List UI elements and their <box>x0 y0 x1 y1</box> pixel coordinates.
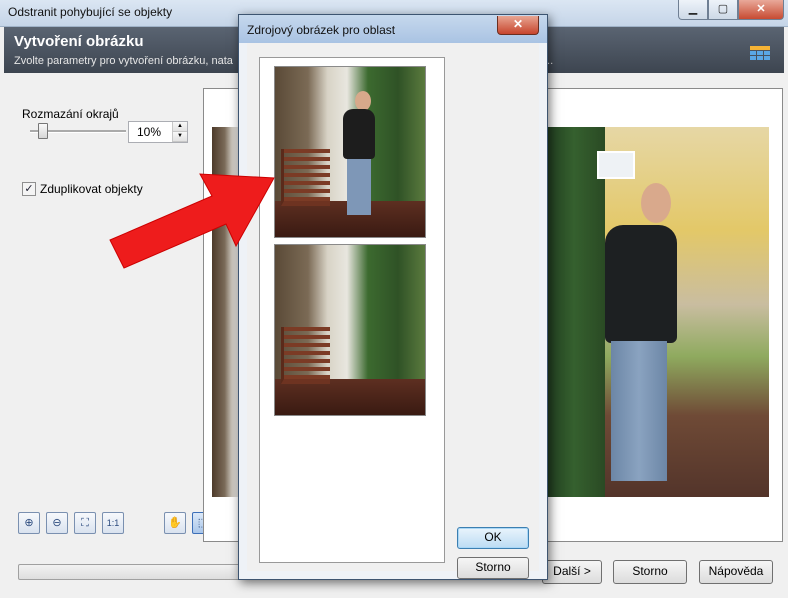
page-subtitle: Zvolte parametry pro vytvoření obrázku, … <box>14 55 553 67</box>
blur-spin-arrows: ▲ ▼ <box>172 122 187 142</box>
person-body <box>605 225 677 343</box>
preview-photo[interactable] <box>543 127 769 497</box>
person-head <box>641 183 671 223</box>
duplicate-objects-checkbox[interactable]: ✓ <box>22 182 36 196</box>
main-window-title: Odstranit pohybující se objekty <box>8 5 173 19</box>
dialog-cancel-button[interactable]: Storno <box>457 557 529 579</box>
deck-chair <box>281 149 330 206</box>
blur-label: Rozmazání okrajů <box>22 107 119 121</box>
blur-value[interactable]: 10% <box>137 125 161 139</box>
thumbnail-photo <box>275 245 425 415</box>
person-legs <box>611 341 667 481</box>
window-controls: ▁ ▢ ✕ <box>678 0 784 20</box>
ok-button[interactable]: OK <box>457 527 529 549</box>
spin-down-icon[interactable]: ▼ <box>173 132 187 142</box>
view-toolbar: ⊕ ⊖ ⛶ 1:1 ✋ ⬚ <box>18 512 220 534</box>
app-logo-icon <box>750 46 770 60</box>
figure-head <box>355 91 371 111</box>
dialog-titlebar: Zdrojový obrázek pro oblast ✕ <box>239 15 547 43</box>
source-image-dialog: Zdrojový obrázek pro oblast ✕ OK Storno <box>238 14 548 580</box>
dialog-close-button[interactable]: ✕ <box>497 16 539 35</box>
next-button[interactable]: Další > <box>542 560 602 584</box>
figure-body <box>343 109 375 159</box>
help-button[interactable]: Nápověda <box>699 560 773 584</box>
zoom-out-icon[interactable]: ⊖ <box>46 512 68 534</box>
blur-slider-handle[interactable] <box>37 123 48 139</box>
ivy-area <box>543 127 605 497</box>
page-subtitle-text: Zvolte parametry pro vytvoření obrázku, … <box>14 55 233 67</box>
actual-size-icon[interactable]: 1:1 <box>102 512 124 534</box>
source-thumbnail-1[interactable] <box>274 66 426 238</box>
dialog-body: OK Storno <box>247 43 539 579</box>
zoom-in-icon[interactable]: ⊕ <box>18 512 40 534</box>
maximize-button[interactable]: ▢ <box>708 0 738 20</box>
settings-panel: Rozmazání okrajů 10% ▲ ▼ ✓ Zduplikovat o… <box>4 74 214 540</box>
person-figure <box>339 89 379 215</box>
close-window-button[interactable]: ✕ <box>738 0 784 20</box>
figure-legs <box>347 159 371 215</box>
thumbnail-photo <box>275 67 425 237</box>
deck-chair <box>281 327 330 384</box>
cancel-button[interactable]: Storno <box>613 560 687 584</box>
blur-spinbox[interactable]: 10% ▲ ▼ <box>128 121 188 143</box>
progress-bar <box>18 564 240 580</box>
page-title: Vytvoření obrázku <box>14 33 144 50</box>
fit-to-window-icon[interactable]: ⛶ <box>74 512 96 534</box>
dialog-title: Zdrojový obrázek pro oblast <box>247 23 396 37</box>
house-window <box>597 151 635 179</box>
hand-tool-icon[interactable]: ✋ <box>164 512 186 534</box>
source-thumbnail-list[interactable] <box>259 57 445 563</box>
red-arrow-icon <box>109 173 275 269</box>
minimize-button[interactable]: ▁ <box>678 0 708 20</box>
deck-area <box>275 379 425 415</box>
spin-up-icon[interactable]: ▲ <box>173 122 187 132</box>
source-thumbnail-2[interactable] <box>274 244 426 416</box>
